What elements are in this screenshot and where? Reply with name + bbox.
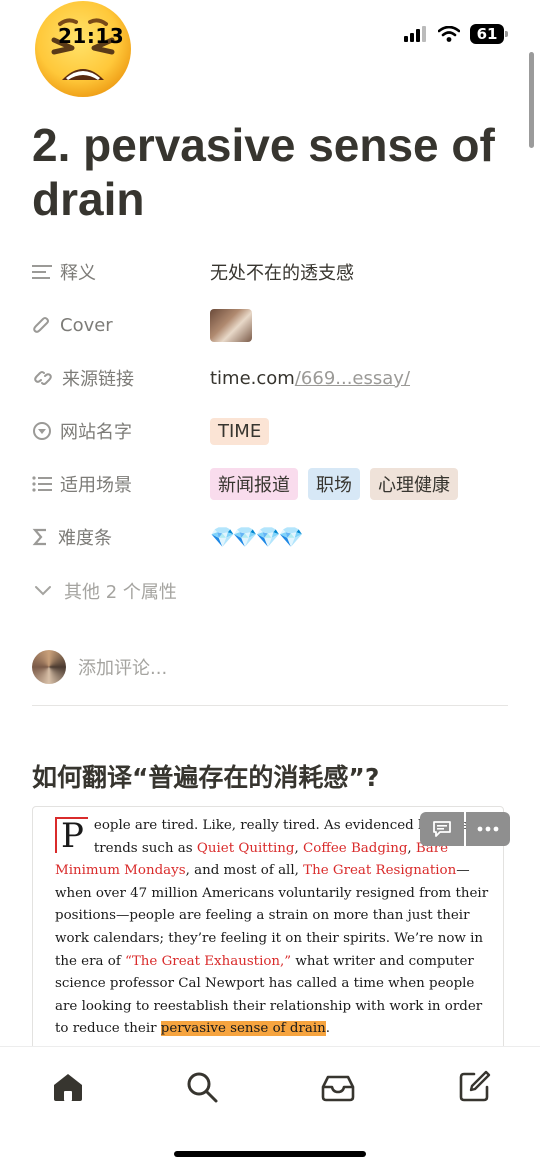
property-label: 来源链接 <box>62 369 134 390</box>
section-heading[interactable]: 如何翻译“普遍存在的消耗感”? <box>32 758 379 794</box>
comment-icon <box>433 821 451 837</box>
tag-time[interactable]: TIME <box>210 417 270 445</box>
highlighted-phrase: pervasive sense of drain <box>160 1021 326 1037</box>
status-time: 21:13 <box>58 24 125 48</box>
property-value[interactable]: 无处不在的透支感 <box>210 259 354 285</box>
tag-mental-health[interactable]: 心理健康 <box>370 468 458 500</box>
more-options-button[interactable] <box>466 812 510 846</box>
search-icon <box>187 1072 218 1103</box>
status-bar: 21:13 61 <box>0 0 540 97</box>
page-title[interactable]: 2. pervasive sense of drain <box>32 118 512 226</box>
cellular-signal-icon <box>404 26 426 42</box>
divider <box>32 705 508 706</box>
avatar <box>32 650 66 684</box>
text-lines-icon <box>32 265 52 279</box>
link-icon <box>34 371 52 385</box>
cover-thumbnail[interactable] <box>210 308 252 342</box>
property-row-cover[interactable]: Cover <box>32 305 512 345</box>
property-label: 难度条 <box>58 528 112 549</box>
red-link: Coffee Badging <box>303 840 408 856</box>
red-link: Quiet Quitting <box>196 840 295 856</box>
source-link[interactable]: time.com/669...essay/ <box>210 368 410 389</box>
tab-home[interactable] <box>50 1069 86 1105</box>
tab-new-page[interactable] <box>456 1069 492 1105</box>
image-toolbar <box>420 812 510 846</box>
property-row-source-link[interactable]: 来源链接 time.com/669...essay/ <box>32 358 512 398</box>
battery-level: 61 <box>476 25 498 43</box>
compose-icon <box>459 1070 491 1102</box>
property-label: 适用场景 <box>60 475 132 496</box>
property-row-difficulty[interactable]: 难度条 💎💎💎💎 <box>32 517 512 557</box>
paperclip-icon <box>33 317 49 333</box>
page-emoji-icon[interactable] <box>32 0 134 98</box>
article-text: People are tired. Like, really tired. As… <box>55 816 489 1037</box>
chevron-down-icon <box>35 586 51 596</box>
ellipsis-icon <box>477 826 499 832</box>
home-icon <box>54 1074 82 1101</box>
dropcap: P <box>55 817 88 853</box>
property-label: Cover <box>60 314 113 336</box>
comment-input[interactable]: 添加评论... <box>78 654 167 680</box>
more-properties-toggle[interactable]: 其他 2 个属性 <box>34 578 177 604</box>
home-indicator[interactable] <box>174 1151 366 1157</box>
sigma-icon <box>32 528 46 546</box>
property-label: 网站名字 <box>60 422 132 443</box>
difficulty-gems[interactable]: 💎💎💎💎 <box>210 525 304 549</box>
scrollbar[interactable] <box>529 52 534 148</box>
battery-icon: 61 <box>470 24 508 44</box>
inbox-icon <box>321 1075 355 1102</box>
more-properties-label: 其他 2 个属性 <box>64 582 177 603</box>
tag-workplace[interactable]: 职场 <box>308 468 360 500</box>
list-icon <box>32 476 52 492</box>
tab-search[interactable] <box>184 1069 220 1105</box>
property-row-scenarios[interactable]: 适用场景 新闻报道 职场 心理健康 <box>32 464 512 504</box>
property-row-definition[interactable]: 释义 无处不在的透支感 <box>32 252 512 292</box>
red-link: “The Great Exhaustion,” <box>125 953 292 969</box>
circle-chevron-icon <box>33 422 51 440</box>
property-row-site-name[interactable]: 网站名字 TIME <box>32 411 512 451</box>
comment-button[interactable] <box>420 812 464 846</box>
wifi-icon <box>438 26 460 42</box>
add-comment[interactable]: 添加评论... <box>32 650 167 684</box>
tag-news[interactable]: 新闻报道 <box>210 468 298 500</box>
tab-inbox[interactable] <box>320 1069 356 1105</box>
red-link: The Great Resignation <box>303 863 457 879</box>
status-icons: 61 <box>404 24 508 44</box>
property-label: 释义 <box>60 263 96 284</box>
